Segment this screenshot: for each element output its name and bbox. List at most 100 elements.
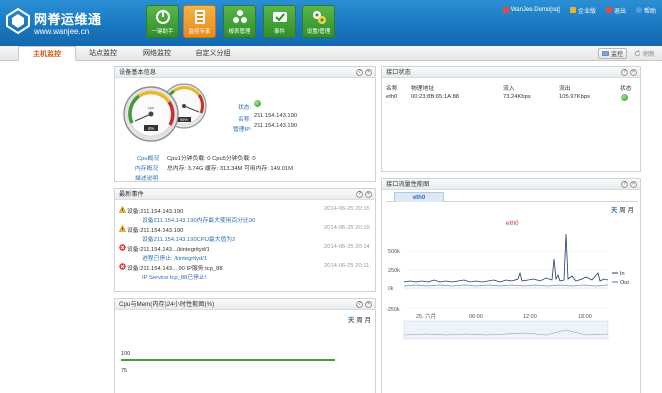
event-device[interactable]: 设备:211.154.143.190 <box>127 225 183 234</box>
nav-events[interactable]: 事件 <box>263 5 296 38</box>
logout-link[interactable]: 退出 <box>605 6 626 15</box>
gauges: 96% cpu 4% <box>123 83 207 142</box>
close-icon[interactable]: × <box>365 301 372 308</box>
enterprise-label: 企业版 <box>577 8 596 15</box>
event-time: 2014-06-25 20:11 <box>324 263 370 269</box>
event-device[interactable]: 设备:211.154.143.190 <box>127 206 183 215</box>
enterprise-edition-link[interactable]: 企业版 <box>569 6 596 15</box>
memory-overview-link[interactable]: 内存概况 <box>135 163 158 172</box>
range-day-button[interactable]: 天 <box>611 207 618 214</box>
cpu-mem-title: Cpu与Mem(内存)24小时性能图(%) ? × <box>115 299 375 310</box>
description-link[interactable]: 描述说明 <box>135 173 158 182</box>
range-week-button[interactable]: 周 <box>619 207 626 214</box>
help-icon[interactable]: ? <box>621 181 628 188</box>
settings-icon <box>313 11 326 24</box>
series-in-line <box>403 233 609 283</box>
interface-status-title: 接口状态 ? × <box>382 67 640 78</box>
help-icon[interactable]: ? <box>356 69 363 76</box>
nav-monitor-expert[interactable]: 监控专家 <box>183 5 216 38</box>
range-week-button[interactable]: 周 <box>356 317 363 324</box>
monitor-button[interactable]: 监控 <box>597 48 627 59</box>
y-tick-0k: 0k <box>388 286 394 292</box>
tab-host-monitoring[interactable]: 主机监控 <box>18 46 76 61</box>
y-tick-100: 100 <box>121 351 131 357</box>
help-icon[interactable]: ? <box>356 191 363 198</box>
warning-icon <box>119 225 126 232</box>
user-bar: WanJee.Demo[sq] 企业版 退出 帮助 <box>502 4 656 16</box>
help-label: 帮助 <box>643 8 656 15</box>
x-label-0: 25. 六月 <box>416 312 436 320</box>
event-device[interactable]: 设备:211.154.143....90 IP服务:tcp_88 <box>127 263 223 272</box>
app-header: 网脊运维通 www.wanjee.cn 一键助手 监控专家 报表管理 事件 设置… <box>0 0 662 46</box>
event-detail[interactable]: 进程已停止: /kintegrityd/1 <box>142 253 207 262</box>
event-detail[interactable]: 设备211.154.143.190内存最大使用百分比90 <box>142 215 255 224</box>
cpu-load-text: Cpu1分钟负载: 0 Cpu5分钟负载: 0 <box>167 156 256 162</box>
user-menu[interactable]: WanJee.Demo[sq] <box>502 7 560 13</box>
y-tick-250k: 250k <box>388 268 400 274</box>
nav-label: 设置/管理 <box>306 29 331 35</box>
mgmt-ip-value: 211.154.143.190 <box>254 123 298 129</box>
app-logo[interactable]: 网脊运维通 www.wanjee.cn <box>6 6 116 40</box>
status-label: 状态: <box>238 105 252 111</box>
nav-label: 一键助手 <box>151 29 174 35</box>
close-icon[interactable]: × <box>365 69 372 76</box>
report-icon <box>233 10 247 23</box>
x-label-2: 12:00 <box>523 314 537 320</box>
refresh-button[interactable]: 刷新 <box>631 48 658 59</box>
interface-traffic-panel: 接口流量性能图 ? × eth0 天 周 月 eth0 500k 250k 0k… <box>381 178 641 393</box>
y-tick-500k: 500k <box>388 249 400 255</box>
nav-report-management[interactable]: 报表管理 <box>223 5 256 38</box>
nav-label: 事件 <box>273 29 285 35</box>
col-status-header: 状态 <box>620 86 632 92</box>
app-title: 网脊运维通 <box>34 13 102 28</box>
device-info-panel: 设备基本信息 ? × 96% cpu 4% 状态: 名称: 211.154.14… <box>114 66 376 182</box>
event-detail[interactable]: IP Service tcp_88已停止! <box>142 272 206 281</box>
col-name-header: 名称 <box>386 86 398 92</box>
range-month-button[interactable]: 月 <box>628 207 635 214</box>
help-icon[interactable]: ? <box>356 301 363 308</box>
name-value: 211.154.143.190 <box>254 113 298 119</box>
cpu-overview-link[interactable]: Cpu概况 <box>137 153 159 162</box>
interface-status-panel: 接口状态 ? × 名称 物理地址 流入 流出 状态 eth0 00:23:8B:… <box>381 66 641 172</box>
tab-site-monitoring[interactable]: 站点监控 <box>80 46 126 61</box>
event-time: 2014-06-25 20:15 <box>324 206 370 212</box>
refresh-button-label: 刷新 <box>642 52 655 58</box>
col-in-header: 流入 <box>503 86 515 92</box>
close-icon[interactable]: × <box>630 181 637 188</box>
close-icon[interactable]: × <box>365 191 372 198</box>
legend-in: In <box>620 271 625 277</box>
close-icon[interactable]: × <box>630 69 637 76</box>
tab-custom-group[interactable]: 自定义分组 <box>188 46 238 61</box>
nav-settings-management[interactable]: 设置/管理 <box>302 5 335 38</box>
panel-controls: ? × <box>356 191 372 198</box>
status-ok-icon <box>254 100 261 107</box>
range-navigator[interactable] <box>403 320 609 340</box>
enterprise-icon <box>569 7 576 13</box>
latest-events-title: 最新事件 ? × <box>115 189 375 200</box>
panel-title-text: 最新事件 <box>119 191 144 198</box>
event-device[interactable]: 设备:211.154.143.../kintegrityd/1 <box>127 244 210 253</box>
range-month-button[interactable]: 月 <box>365 317 372 324</box>
chart-series-title: eth0 <box>506 220 519 227</box>
interface-status-ok-icon <box>621 94 628 101</box>
range-day-button[interactable]: 天 <box>348 317 355 324</box>
legend-out: Out <box>620 280 629 286</box>
tab-network-monitoring[interactable]: 网络监控 <box>134 46 180 61</box>
interface-name[interactable]: eth0 <box>386 94 397 100</box>
warning-icon <box>119 206 126 213</box>
panel-controls: ? × <box>621 181 637 188</box>
event-detail[interactable]: 设备211.154.143.190CPU最大值为2 <box>142 234 235 243</box>
help-link[interactable]: 帮助 <box>635 6 656 15</box>
power-icon <box>156 10 170 24</box>
nav-label: 监控专家 <box>188 29 211 35</box>
refresh-icon <box>634 50 641 57</box>
interface-in: 73.24Kbps <box>503 94 531 100</box>
x-label-1: 06:00 <box>469 314 483 320</box>
y-tick-75: 75 <box>121 368 128 374</box>
interface-traffic-title: 接口流量性能图 ? × <box>382 179 640 190</box>
help-icon[interactable]: ? <box>621 69 628 76</box>
error-icon <box>119 263 126 270</box>
nav-one-key-helper[interactable]: 一键助手 <box>146 5 179 38</box>
tab-eth0[interactable]: eth0 <box>394 192 444 202</box>
tab-tools: 监控 刷新 <box>597 48 658 59</box>
